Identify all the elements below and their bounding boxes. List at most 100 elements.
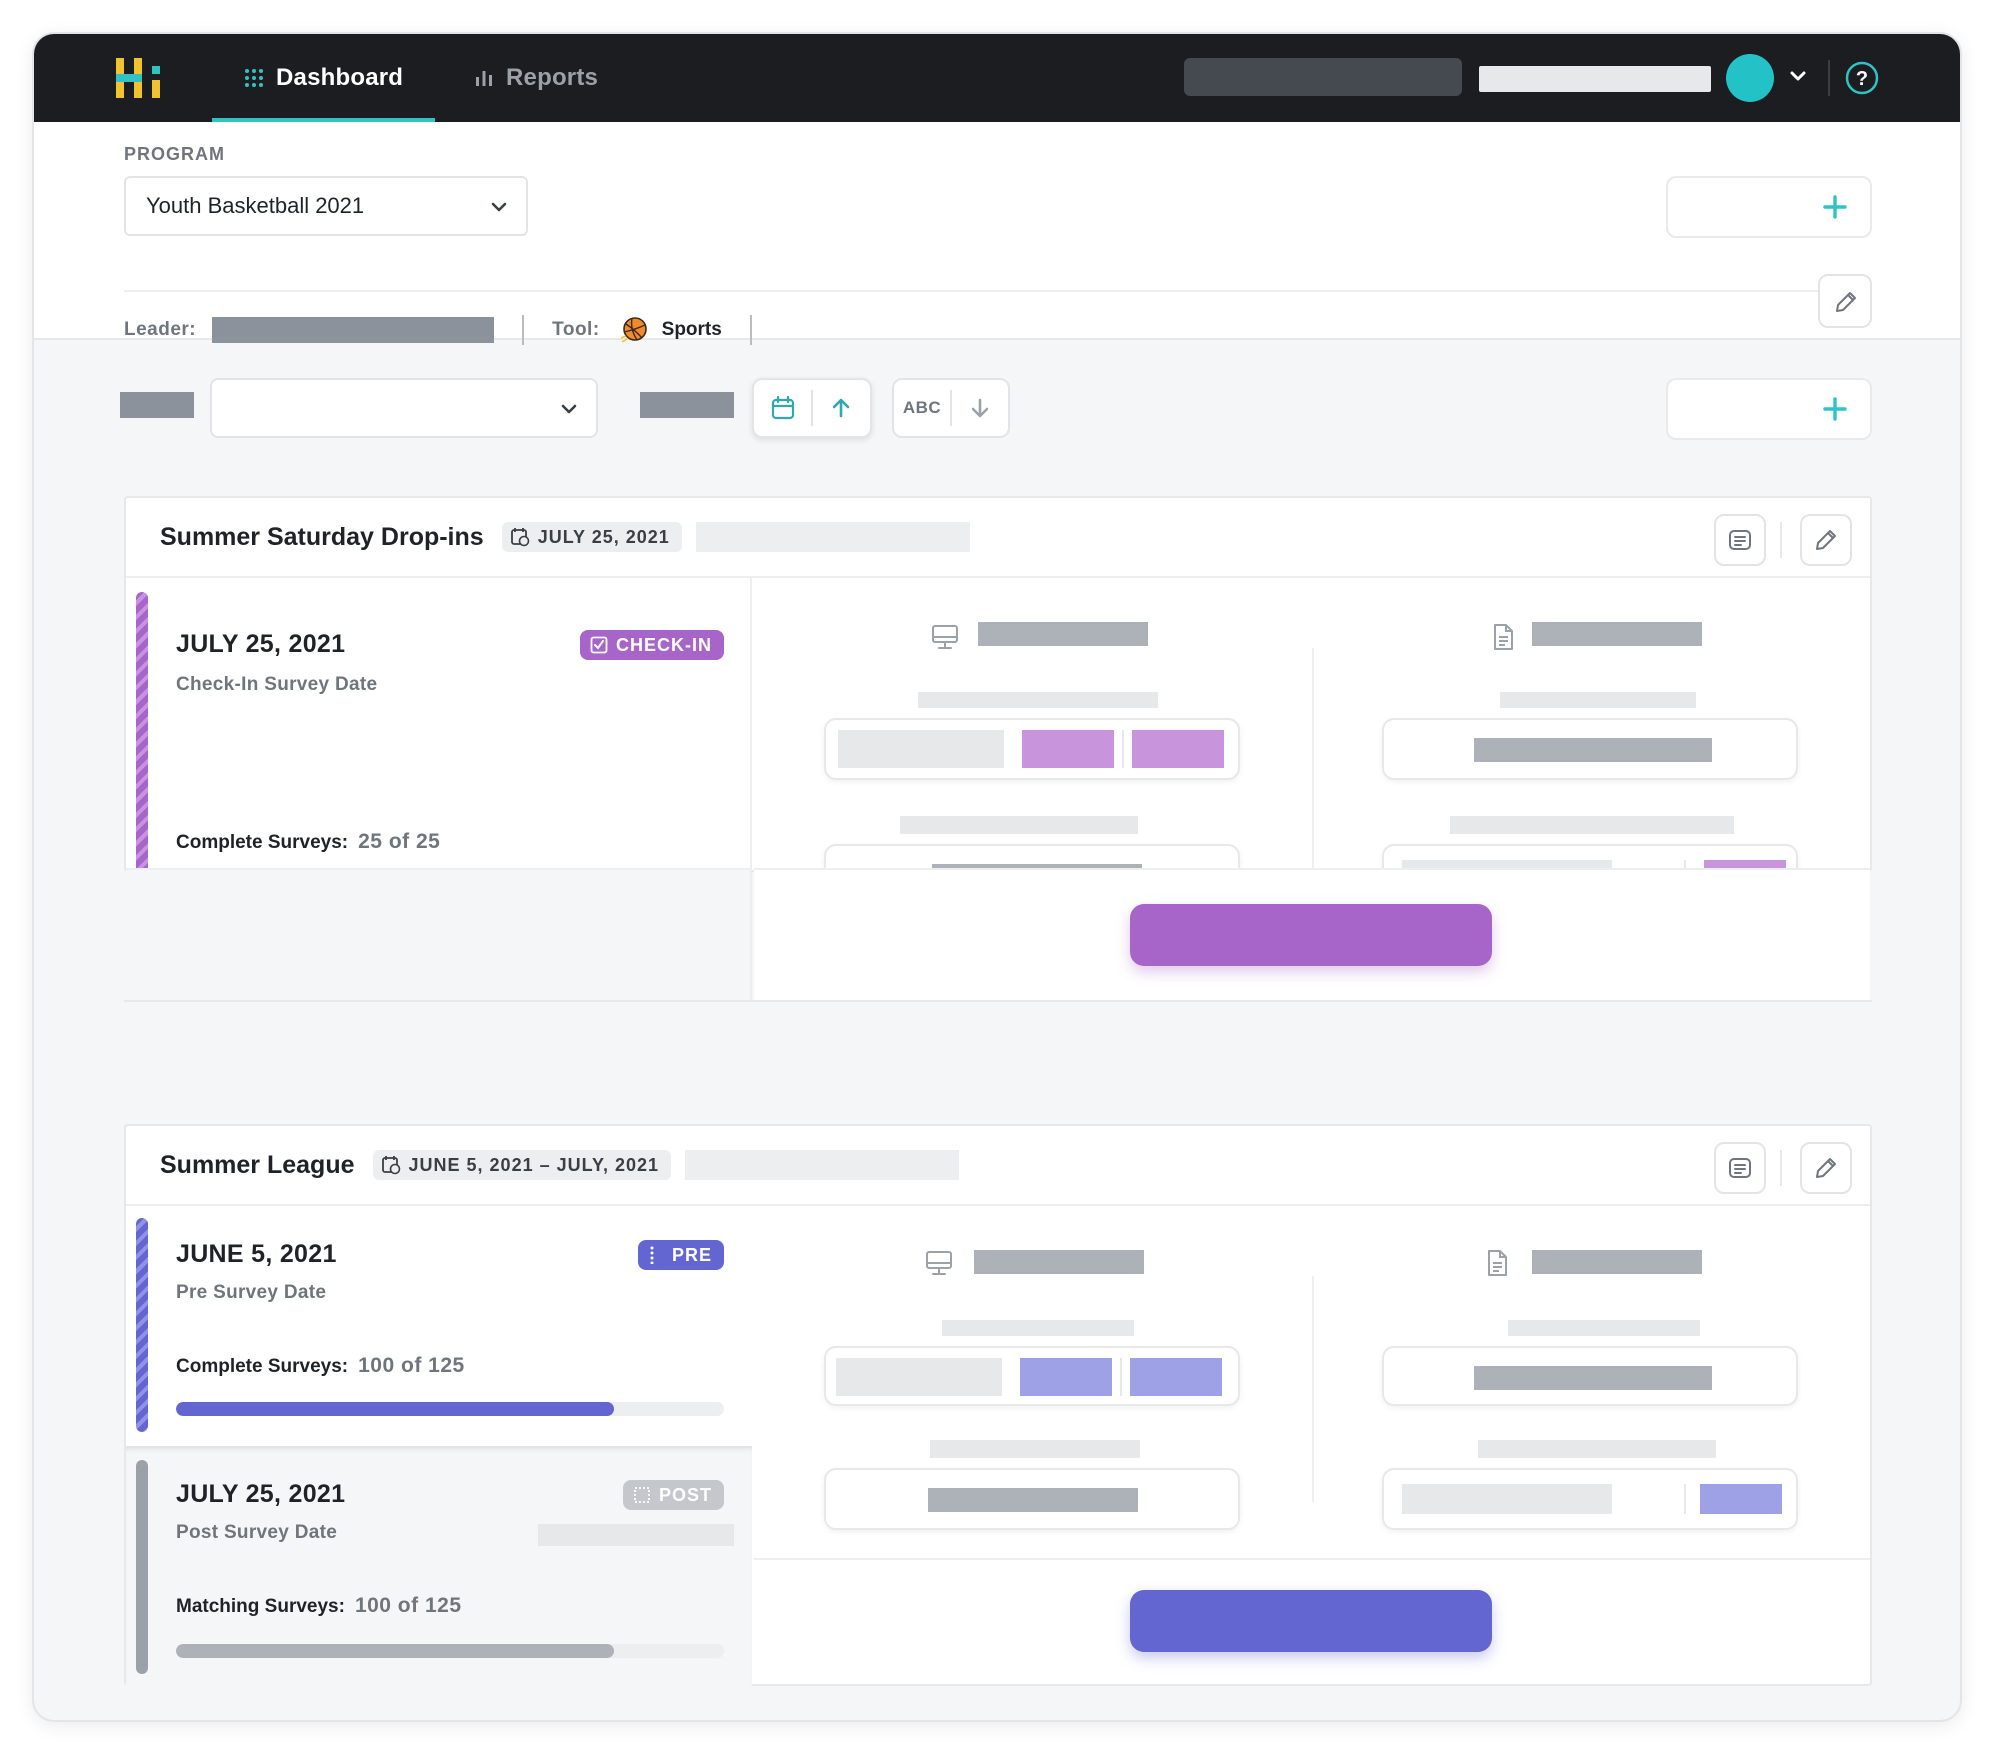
- plus-icon: [1823, 397, 1847, 421]
- divider: [124, 290, 1872, 292]
- arrow-up-icon: [833, 398, 850, 418]
- tool-label: Tool:: [552, 319, 600, 340]
- post-badge: POST: [622, 1480, 724, 1510]
- dotted-square-icon: [634, 1487, 650, 1503]
- survey-item[interactable]: JULY 25, 2021 Post Survey Date POST Matc…: [126, 1446, 752, 1686]
- help-icon[interactable]: ?: [1844, 60, 1880, 96]
- filter-select[interactable]: [210, 378, 598, 438]
- meta-divider: [522, 315, 525, 345]
- divider: [1780, 1150, 1782, 1186]
- nav-divider: [1828, 60, 1830, 96]
- sort-alphabetical-button[interactable]: ABC: [894, 380, 950, 436]
- survey-date: JULY 25, 2021: [176, 630, 346, 658]
- app-logo[interactable]: [114, 56, 166, 100]
- calendar-clock-icon: [381, 1156, 400, 1175]
- status-placeholder: [538, 1524, 734, 1546]
- count-value: 25 of 25: [358, 830, 441, 853]
- arrow-down-icon: [971, 398, 989, 418]
- label-placeholder: [1478, 1440, 1716, 1458]
- card-title: Summer League: [160, 1150, 355, 1179]
- label-placeholder: [900, 816, 1138, 834]
- add-group-button[interactable]: [1666, 378, 1872, 440]
- tab-reports-label: Reports: [506, 64, 599, 91]
- result-field[interactable]: [824, 1468, 1240, 1530]
- label-placeholder: [1450, 816, 1734, 834]
- result-field[interactable]: [824, 718, 1240, 780]
- survey-date: JULY 25, 2021: [176, 1480, 346, 1508]
- section-title-placeholder: [1532, 622, 1702, 646]
- section-title-placeholder: [1532, 1250, 1702, 1274]
- search-input[interactable]: [1184, 58, 1462, 96]
- abc-label: ABC: [902, 398, 942, 417]
- plus-icon: [1823, 195, 1847, 219]
- survey-column: JULY 25, 2021 Check-In Survey Date CHECK…: [126, 578, 752, 926]
- add-program-button[interactable]: [1666, 176, 1872, 238]
- label-placeholder: [1500, 692, 1696, 708]
- notes-button[interactable]: [1714, 514, 1766, 566]
- result-field[interactable]: [1382, 1346, 1798, 1406]
- value-placeholder: [928, 1488, 1138, 1512]
- result-field[interactable]: [1382, 718, 1798, 780]
- sort-ascending-button[interactable]: [813, 380, 870, 436]
- label-placeholder: [942, 1320, 1134, 1336]
- chevron-down-icon: [491, 202, 507, 212]
- result-field[interactable]: [1382, 1468, 1798, 1530]
- edit-group-button[interactable]: [1800, 1142, 1852, 1194]
- chevron-down-icon: [561, 404, 577, 414]
- count-label: Complete Surveys:: [176, 1356, 349, 1377]
- count-label: Complete Surveys:: [176, 832, 349, 853]
- card-header: Summer League JUNE 5, 2021 – JULY, 2021: [126, 1126, 1870, 1206]
- survey-progress-bar: [176, 1644, 724, 1658]
- survey-item[interactable]: JUNE 5, 2021 Pre Survey Date PRE Complet…: [126, 1206, 752, 1446]
- dashboard-grid-icon: [245, 69, 263, 87]
- bar-chart-icon: [476, 71, 492, 86]
- sort-by-date-button[interactable]: [754, 380, 811, 436]
- date-range-text: JULY 25, 2021: [537, 526, 670, 547]
- dotted-line-icon: [650, 1246, 654, 1264]
- label-placeholder: [930, 1440, 1140, 1458]
- survey-progress-fill: [176, 1644, 615, 1658]
- program-select-value: Youth Basketball 2021: [146, 193, 365, 218]
- edit-program-button[interactable]: [1818, 274, 1872, 328]
- edit-group-button[interactable]: [1800, 514, 1852, 566]
- survey-progress-bar: [176, 1402, 724, 1416]
- calendar-icon: [771, 395, 794, 420]
- tab-reports[interactable]: Reports: [474, 34, 598, 122]
- svg-text:?: ?: [1856, 68, 1868, 90]
- sort-descending-button[interactable]: [952, 380, 1008, 436]
- basketball-icon: [620, 317, 647, 343]
- chevron-down-icon[interactable]: [1786, 64, 1810, 88]
- monitor-icon: [932, 625, 958, 649]
- survey-stripe: [136, 1218, 148, 1432]
- badge-label: POST: [658, 1484, 712, 1505]
- card-footer-left: [126, 868, 752, 1002]
- divider: [1312, 648, 1314, 874]
- primary-action-button[interactable]: [1130, 1590, 1492, 1652]
- value-chip: [1132, 730, 1224, 768]
- section-title-placeholder: [978, 622, 1148, 646]
- tab-dashboard[interactable]: Dashboard: [211, 34, 436, 122]
- description-placeholder: [685, 1150, 960, 1180]
- result-field[interactable]: [824, 1346, 1240, 1406]
- date-range-chip: JULY 25, 2021: [501, 522, 682, 552]
- count-value: 100 of 125: [354, 1594, 462, 1617]
- meta-divider: [749, 315, 752, 345]
- program-group-card: Summer League JUNE 5, 2021 – JULY, 2021: [124, 1124, 1872, 1686]
- survey-results-panel: [754, 578, 1870, 906]
- primary-action-button[interactable]: [1130, 904, 1492, 966]
- value-placeholder: [836, 1358, 1002, 1396]
- survey-count: Complete Surveys: 25 of 25: [176, 830, 440, 854]
- program-meta: Leader: Tool: Sports: [124, 298, 780, 362]
- program-select[interactable]: Youth Basketball 2021: [124, 176, 528, 236]
- avatar[interactable]: [1726, 54, 1774, 102]
- notes-button[interactable]: [1714, 1142, 1766, 1194]
- tab-dashboard-label: Dashboard: [276, 64, 404, 91]
- sort-label-placeholder: [640, 392, 734, 418]
- badge-label: CHECK-IN: [616, 634, 712, 655]
- label-placeholder: [918, 692, 1158, 708]
- sort-alphabetical-group: ABC: [892, 378, 1010, 438]
- program-group-card: Summer Saturday Drop-ins JULY 25, 2021 J…: [124, 496, 1872, 926]
- document-icon: [1494, 624, 1513, 650]
- value-placeholder: [1474, 1366, 1712, 1390]
- monitor-icon: [926, 1251, 952, 1275]
